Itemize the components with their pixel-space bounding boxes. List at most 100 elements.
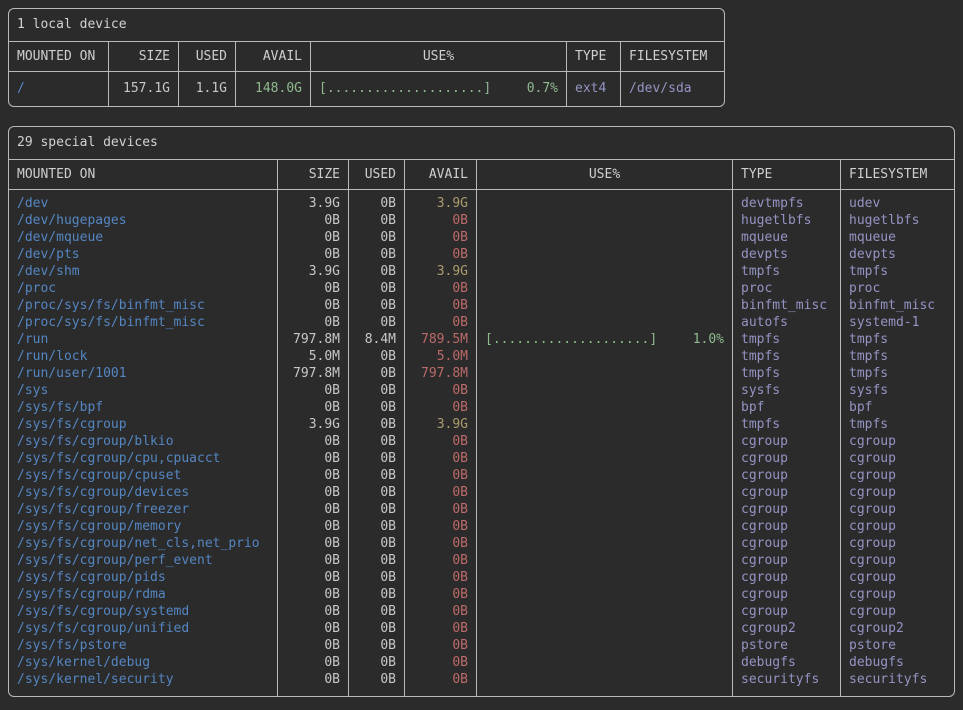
mount-cell: /sys/fs/cgroup/systemd — [9, 603, 277, 620]
size-cell: 797.8M — [278, 331, 348, 348]
filesystem-cell: sysfs — [841, 382, 954, 399]
column-header-used: USED — [349, 160, 404, 189]
usage-cell — [477, 535, 732, 552]
avail-cell: 0B — [405, 671, 476, 688]
table-row: /dev/hugepages0B0B0Bhugetlbfshugetlbfs — [9, 212, 954, 229]
size-cell: 3.9G — [278, 416, 348, 433]
used-cell: 0B — [349, 467, 404, 484]
table-row: /sys0B0B0Bsysfssysfs — [9, 382, 954, 399]
used-cell: 0B — [349, 654, 404, 671]
mount-cell: /sys/fs/cgroup/cpuset — [9, 467, 277, 484]
type-cell: cgroup — [733, 586, 840, 603]
column-header-size: SIZE — [278, 160, 348, 189]
filesystem-cell: cgroup — [841, 552, 954, 569]
filesystem-cell: cgroup — [841, 586, 954, 603]
mount-cell: /dev/pts — [9, 246, 277, 263]
usage-cell — [477, 433, 732, 450]
type-cell: cgroup — [733, 535, 840, 552]
filesystem-cell: cgroup — [841, 467, 954, 484]
mount-cell: /sys/fs/cgroup/unified — [9, 620, 277, 637]
usage-cell: [....................]1.0% — [477, 331, 732, 348]
avail-cell: 0B — [405, 433, 476, 450]
filesystem-cell: debugfs — [841, 654, 954, 671]
column-header-mounted-on: MOUNTED ON — [9, 160, 277, 189]
used-cell: 0B — [349, 450, 404, 467]
filesystem-cell: cgroup — [841, 535, 954, 552]
size-cell: 3.9G — [278, 195, 348, 212]
special-devices-grid: MOUNTED ON SIZE USED AVAIL USE% TYPE FIL… — [9, 160, 954, 696]
filesystem-cell: cgroup — [841, 603, 954, 620]
size-cell: 3.9G — [278, 263, 348, 280]
usage-cell — [477, 484, 732, 501]
mount-cell: / — [9, 72, 108, 106]
size-cell: 0B — [278, 637, 348, 654]
filesystem-cell: tmpfs — [841, 331, 954, 348]
used-cell: 0B — [349, 637, 404, 654]
used-cell: 0B — [349, 246, 404, 263]
table-row: /run797.8M8.4M789.5M[...................… — [9, 331, 954, 348]
avail-cell: 3.9G — [405, 416, 476, 433]
avail-cell: 0B — [405, 382, 476, 399]
avail-cell: 0B — [405, 467, 476, 484]
avail-cell: 0B — [405, 569, 476, 586]
type-cell: securityfs — [733, 671, 840, 688]
mount-cell: /sys/fs/cgroup/pids — [9, 569, 277, 586]
usage-cell — [477, 637, 732, 654]
usage-pct: 0.7% — [527, 72, 558, 106]
usage-bar: [....................] — [319, 72, 491, 106]
type-cell: mqueue — [733, 229, 840, 246]
filesystem-cell: securityfs — [841, 671, 954, 688]
avail-cell: 0B — [405, 501, 476, 518]
usage-cell: [....................] 0.7% — [311, 72, 566, 106]
table-row: /proc/sys/fs/binfmt_misc0B0B0Bbinfmt_mis… — [9, 297, 954, 314]
mount-cell: /proc — [9, 280, 277, 297]
size-cell: 0B — [278, 399, 348, 416]
type-cell: cgroup — [733, 433, 840, 450]
avail-cell: 0B — [405, 637, 476, 654]
column-header-mounted-on: MOUNTED ON — [9, 42, 108, 71]
mount-cell: /sys/fs/bpf — [9, 399, 277, 416]
size-cell: 0B — [278, 433, 348, 450]
usage-cell — [477, 280, 732, 297]
table-row: /dev/mqueue0B0B0Bmqueuemqueue — [9, 229, 954, 246]
type-cell: tmpfs — [733, 348, 840, 365]
local-devices-table: 1 local device MOUNTED ON SIZE USED AVAI… — [8, 8, 725, 107]
type-cell: cgroup — [733, 501, 840, 518]
filesystem-cell: tmpfs — [841, 416, 954, 433]
used-cell: 0B — [349, 484, 404, 501]
size-cell: 0B — [278, 467, 348, 484]
size-cell: 0B — [278, 501, 348, 518]
size-cell: 0B — [278, 603, 348, 620]
type-cell: ext4 — [567, 72, 620, 106]
mount-cell: /dev/hugepages — [9, 212, 277, 229]
used-cell: 0B — [349, 671, 404, 688]
filesystem-cell: mqueue — [841, 229, 954, 246]
used-cell: 0B — [349, 620, 404, 637]
usage-cell — [477, 212, 732, 229]
local-devices-grid: MOUNTED ON SIZE USED AVAIL USE% TYPE FIL… — [9, 42, 724, 106]
type-cell: cgroup — [733, 603, 840, 620]
table-row: /sys/kernel/debug0B0B0Bdebugfsdebugfs — [9, 654, 954, 671]
avail-cell: 3.9G — [405, 263, 476, 280]
filesystem-cell: cgroup — [841, 484, 954, 501]
usage-cell — [477, 654, 732, 671]
filesystem-cell: tmpfs — [841, 263, 954, 280]
usage-cell — [477, 263, 732, 280]
size-cell: 0B — [278, 297, 348, 314]
filesystem-cell: cgroup — [841, 518, 954, 535]
table-row: /157.1G1.1G148.0G[....................]0… — [9, 72, 724, 106]
type-cell: tmpfs — [733, 365, 840, 382]
size-cell: 0B — [278, 280, 348, 297]
table-row: /sys/fs/cgroup/blkio0B0B0Bcgroupcgroup — [9, 433, 954, 450]
used-cell: 0B — [349, 552, 404, 569]
mount-cell: /sys/fs/cgroup — [9, 416, 277, 433]
table-row: /sys/fs/cgroup/cpu,cpuacct0B0B0Bcgroupcg… — [9, 450, 954, 467]
size-cell: 797.8M — [278, 365, 348, 382]
mount-cell: /sys/fs/cgroup/cpu,cpuacct — [9, 450, 277, 467]
used-cell: 0B — [349, 382, 404, 399]
local-devices-body: /157.1G1.1G148.0G[....................]0… — [9, 72, 724, 106]
type-cell: cgroup2 — [733, 620, 840, 637]
usage-cell — [477, 467, 732, 484]
avail-cell: 0B — [405, 654, 476, 671]
special-devices-header-row: MOUNTED ON SIZE USED AVAIL USE% TYPE FIL… — [9, 160, 954, 190]
